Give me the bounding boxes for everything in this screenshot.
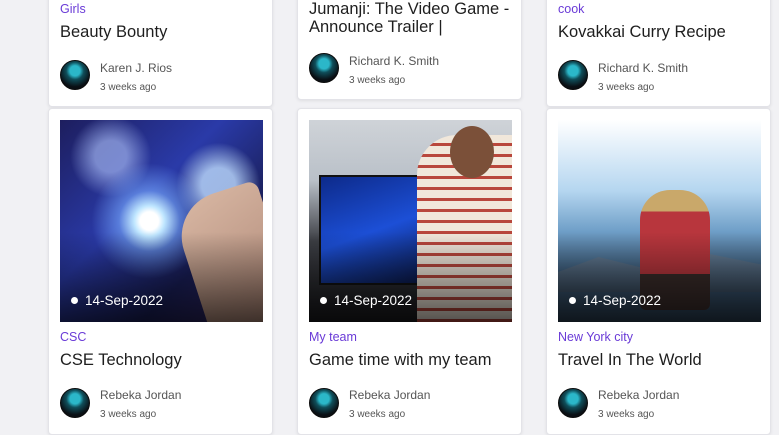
- post-card[interactable]: Jumanji: The Video Game - Announce Trail…: [297, 0, 522, 100]
- post-time: 3 weeks ago: [349, 409, 406, 420]
- post-date-text: 14-Sep-2022: [334, 293, 413, 308]
- author-name[interactable]: Rebeka Jordan: [349, 388, 430, 402]
- post-card[interactable]: 14-Sep-2022 My team Game time with my te…: [297, 108, 522, 435]
- post-image[interactable]: 14-Sep-2022: [60, 120, 263, 322]
- post-card[interactable]: cook Kovakkai Curry Recipe Richard K. Sm…: [546, 0, 771, 107]
- post-time: 3 weeks ago: [598, 82, 655, 93]
- post-card[interactable]: 14-Sep-2022 CSC CSE Technology Rebeka Jo…: [48, 108, 273, 435]
- post-date: 14-Sep-2022: [320, 293, 412, 308]
- post-title[interactable]: Game time with my team: [309, 351, 491, 370]
- author-avatar[interactable]: [558, 388, 588, 418]
- head-shape: [450, 126, 494, 178]
- bullet-icon: [320, 297, 327, 304]
- post-title[interactable]: CSE Technology: [60, 351, 182, 370]
- post-date-text: 14-Sep-2022: [583, 293, 662, 308]
- post-title[interactable]: Travel In The World: [558, 351, 702, 370]
- post-title-line-1[interactable]: Jumanji: The Video Game -: [309, 0, 509, 19]
- post-category[interactable]: Girls: [60, 2, 86, 16]
- post-category[interactable]: CSC: [60, 330, 86, 344]
- post-date: 14-Sep-2022: [71, 293, 163, 308]
- post-time: 3 weeks ago: [349, 75, 406, 86]
- author-name[interactable]: Richard K. Smith: [598, 61, 688, 75]
- post-category[interactable]: My team: [309, 330, 357, 344]
- post-time: 3 weeks ago: [100, 409, 157, 420]
- author-avatar[interactable]: [558, 60, 588, 90]
- author-avatar[interactable]: [60, 60, 90, 90]
- post-card[interactable]: 14-Sep-2022 New York city Travel In The …: [546, 108, 771, 435]
- image-shade: [558, 232, 761, 322]
- author-avatar[interactable]: [309, 53, 339, 83]
- bullet-icon: [71, 297, 78, 304]
- author-name[interactable]: Karen J. Rios: [100, 61, 172, 75]
- author-name[interactable]: Rebeka Jordan: [598, 388, 679, 402]
- post-date: 14-Sep-2022: [569, 293, 661, 308]
- author-name[interactable]: Rebeka Jordan: [100, 388, 181, 402]
- bullet-icon: [569, 297, 576, 304]
- author-avatar[interactable]: [60, 388, 90, 418]
- post-card[interactable]: Girls Beauty Bounty Karen J. Rios 3 week…: [48, 0, 273, 107]
- post-image[interactable]: 14-Sep-2022: [309, 120, 512, 322]
- author-avatar[interactable]: [309, 388, 339, 418]
- image-shade: [60, 232, 263, 322]
- post-image[interactable]: 14-Sep-2022: [558, 120, 761, 322]
- post-date-text: 14-Sep-2022: [85, 293, 164, 308]
- post-title-line-2[interactable]: Announce Trailer |: [309, 18, 443, 37]
- post-title[interactable]: Beauty Bounty: [60, 23, 167, 42]
- post-time: 3 weeks ago: [100, 82, 157, 93]
- post-category[interactable]: cook: [558, 2, 584, 16]
- post-title[interactable]: Kovakkai Curry Recipe: [558, 23, 726, 42]
- image-shade: [309, 232, 512, 322]
- post-time: 3 weeks ago: [598, 409, 655, 420]
- author-name[interactable]: Richard K. Smith: [349, 54, 439, 68]
- post-category[interactable]: New York city: [558, 330, 633, 344]
